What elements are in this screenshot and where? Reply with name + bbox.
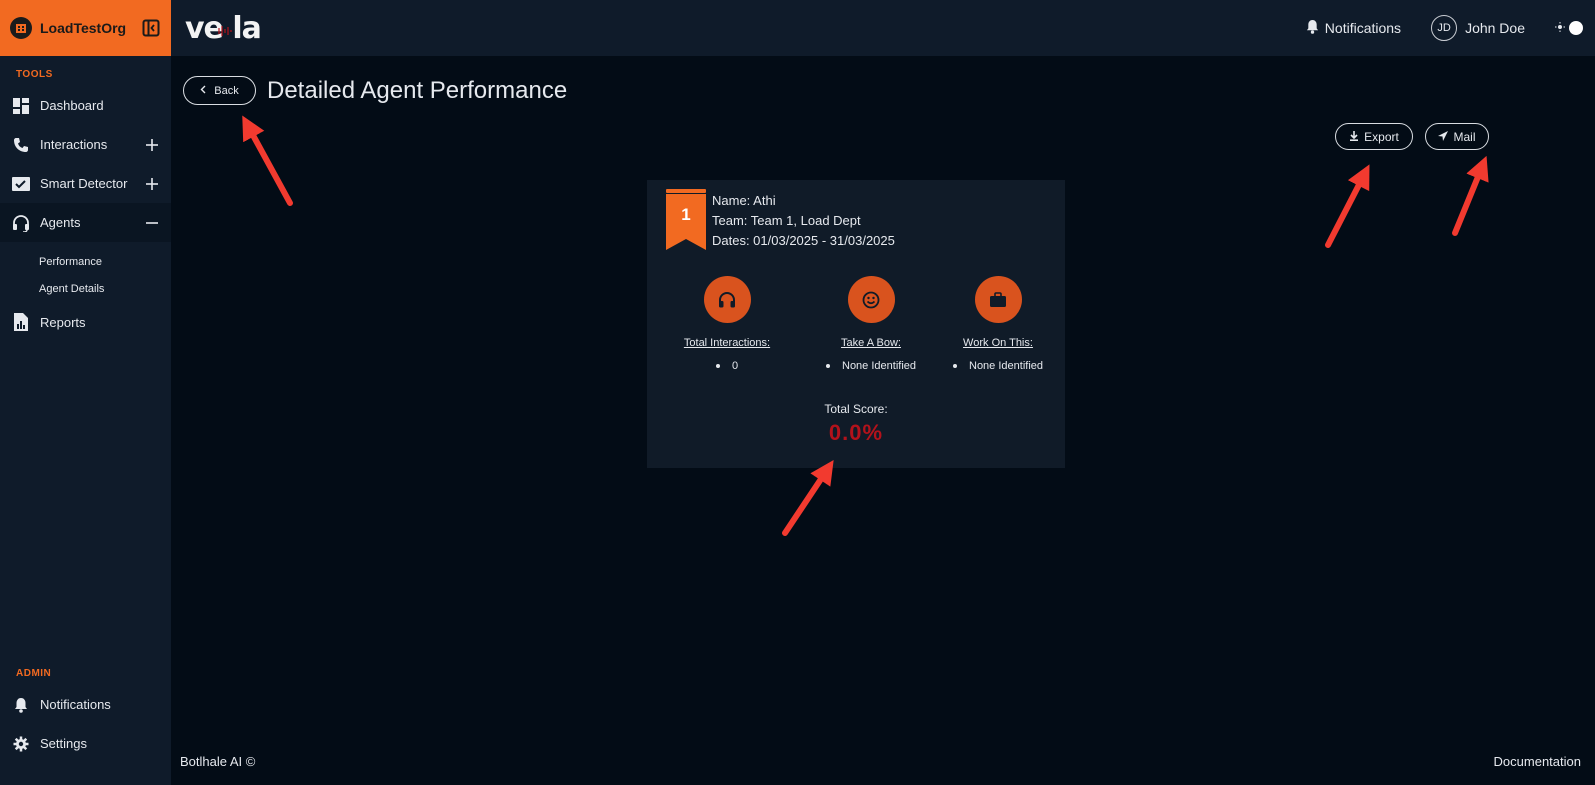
send-icon — [1438, 130, 1449, 144]
sidebar-item-label: Dashboard — [40, 98, 104, 113]
copyright-text: Botlhale AI © — [180, 754, 256, 769]
sun-icon — [1555, 19, 1565, 37]
chevron-left-icon — [200, 85, 206, 97]
sidebar-item-label: Settings — [40, 736, 87, 751]
sidebar-item-label: Notifications — [40, 697, 111, 712]
report-icon — [12, 313, 30, 331]
sidebar-item-interactions[interactable]: Interactions — [0, 125, 171, 164]
admin-section-label: ADMIN — [16, 668, 52, 679]
agent-team: Team: Team 1, Load Dept — [712, 213, 861, 228]
bullet-icon — [953, 364, 957, 369]
agent-dates: Dates: 01/03/2025 - 31/03/2025 — [712, 233, 895, 248]
org-header[interactable]: LoadTestOrg — [0, 0, 171, 56]
stat-total-interactions: Total Interactions: 0 — [676, 276, 778, 372]
sidebar: LoadTestOrg TOOLS Dashboard Interactions… — [0, 0, 171, 785]
rank-number: 1 — [681, 205, 691, 224]
notifications-label: Notifications — [1324, 20, 1402, 36]
main-content: Back Detailed Agent Performance Export M… — [171, 56, 1595, 785]
sidebar-subitem-performance[interactable]: Performance — [0, 249, 171, 276]
app-logo[interactable]: ve la — [185, 11, 262, 46]
headphones-icon — [703, 276, 751, 323]
stat-value-row: 0 — [676, 360, 778, 372]
bullet-icon — [826, 364, 830, 369]
stat-value: None Identified — [969, 360, 1043, 372]
total-score-label: Total Score: — [824, 402, 888, 416]
tools-section-label: TOOLS — [16, 69, 53, 80]
phone-icon — [12, 136, 30, 154]
sidebar-item-reports[interactable]: Reports — [0, 303, 171, 341]
download-icon — [1349, 130, 1359, 144]
notifications-button[interactable]: Notifications — [1306, 19, 1401, 37]
stat-label: Work On This: — [963, 337, 1033, 349]
sidebar-item-dashboard[interactable]: Dashboard — [0, 86, 171, 125]
expand-plus-icon[interactable] — [145, 177, 159, 191]
total-score-value: 0.0% — [828, 420, 884, 445]
user-menu[interactable]: JD John Doe — [1431, 15, 1525, 41]
mail-button[interactable]: Mail — [1425, 123, 1489, 150]
logo-waveform-icon — [218, 26, 232, 36]
briefcase-icon — [974, 276, 1022, 323]
agent-name: Name: Athi — [712, 193, 776, 208]
stat-value: 0 — [731, 360, 739, 372]
smiley-icon — [847, 276, 895, 323]
sidebar-item-smart-detector[interactable]: Smart Detector — [0, 164, 171, 203]
collapse-minus-icon[interactable] — [145, 216, 159, 230]
building-icon — [10, 17, 32, 39]
top-bar: ve la Notifications JD John Doe — [171, 0, 1595, 56]
bell-icon — [12, 696, 30, 714]
stat-take-a-bow: Take A Bow: None Identified — [820, 276, 922, 372]
stat-value-row: None Identified — [947, 360, 1049, 372]
stat-work-on-this: Work On This: None Identified — [947, 276, 1049, 372]
sidebar-collapse-icon[interactable] — [141, 18, 161, 38]
toggle-knob — [1569, 21, 1583, 35]
export-button[interactable]: Export — [1335, 123, 1413, 150]
mail-label: Mail — [1453, 129, 1476, 144]
headset-icon — [12, 214, 30, 232]
sidebar-subitem-agent-details[interactable]: Agent Details — [0, 276, 171, 303]
back-label: Back — [214, 84, 239, 97]
bell-icon — [1306, 19, 1319, 37]
detector-icon — [12, 175, 30, 193]
avatar: JD — [1431, 15, 1458, 41]
expand-plus-icon[interactable] — [145, 138, 159, 152]
user-name: John Doe — [1465, 20, 1525, 36]
agent-performance-card: 1 Name: Athi Team: Team 1, Load Dept Dat… — [647, 180, 1065, 468]
back-button[interactable]: Back — [183, 76, 256, 105]
sidebar-item-settings[interactable]: Settings — [0, 724, 171, 763]
sidebar-item-label: Reports — [40, 314, 86, 330]
dashboard-icon — [12, 97, 30, 115]
stat-value-row: None Identified — [820, 360, 922, 372]
sidebar-item-label: Interactions — [40, 137, 108, 152]
gear-icon — [12, 735, 30, 753]
stat-value: None Identified — [842, 360, 916, 372]
sidebar-item-label: Smart Detector — [40, 176, 128, 191]
sidebar-item-notifications[interactable]: Notifications — [0, 685, 171, 724]
theme-toggle[interactable] — [1555, 19, 1583, 37]
org-name: LoadTestOrg — [40, 20, 127, 36]
documentation-link[interactable]: Documentation — [1494, 754, 1581, 769]
bullet-icon — [715, 364, 720, 369]
page-title: Detailed Agent Performance — [267, 77, 568, 104]
export-label: Export — [1364, 129, 1399, 144]
stat-label: Total Interactions: — [683, 337, 771, 349]
sidebar-item-label: Agents — [40, 215, 81, 230]
stat-label: Take A Bow: — [841, 337, 901, 349]
sidebar-item-agents[interactable]: Agents — [0, 203, 171, 242]
